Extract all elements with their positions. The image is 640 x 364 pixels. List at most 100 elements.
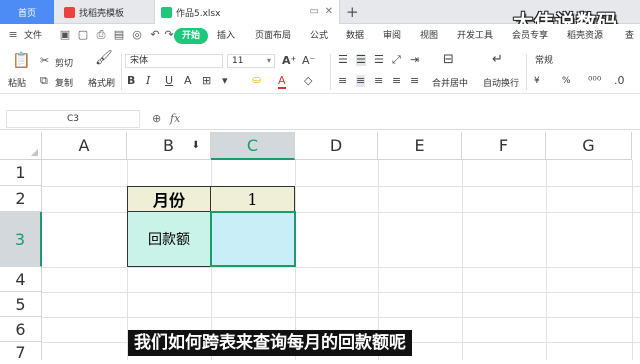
col-header-f[interactable]: F	[462, 132, 546, 160]
menu-file[interactable]: 文件	[24, 28, 42, 44]
name-box[interactable]: C3	[6, 110, 140, 128]
wrap-text-icon[interactable]: ↵	[492, 53, 503, 66]
orientation-icon[interactable]: ⤢	[392, 54, 401, 66]
menu-search[interactable]: 查	[625, 28, 634, 44]
col-header-c[interactable]: C	[211, 132, 295, 160]
col-header-a[interactable]: A	[42, 132, 127, 160]
menu-review[interactable]: 审阅	[383, 28, 401, 44]
ribbon-toolbar: 📋 粘贴 ✂ 剪切 ⧉ 复制 🖌 格式刷 宋体 11 ▾ A⁺ A⁻ B I U…	[0, 48, 640, 94]
menu-data[interactable]: 数据	[346, 28, 364, 44]
align-top-icon[interactable]: ☰	[338, 54, 348, 66]
cut-icon[interactable]: ✂	[40, 55, 49, 67]
tab-home[interactable]: 首页	[0, 0, 54, 24]
row-header-7[interactable]: 7	[0, 342, 42, 362]
menu-developer[interactable]: 开发工具	[457, 28, 493, 44]
merge-center-icon[interactable]: ⊟	[443, 53, 454, 66]
tab-workbook[interactable]: 作品5.xlsx ▭ ✕	[154, 0, 340, 24]
tab-templates[interactable]: 找稻壳模板	[58, 0, 150, 24]
gridline	[42, 292, 640, 293]
gridline	[462, 160, 463, 360]
row-header-5[interactable]: 5	[0, 292, 42, 317]
decimal-icon[interactable]: .0	[614, 75, 625, 87]
align-middle-icon[interactable]: ☰	[356, 54, 366, 66]
font-name-select[interactable]: 宋体	[125, 54, 223, 68]
undo-icon[interactable]: ↶	[148, 28, 162, 42]
add-tab-icon[interactable]: +	[346, 3, 359, 21]
menu-formulas[interactable]: 公式	[310, 28, 328, 44]
cut-label[interactable]: 剪切	[55, 56, 73, 69]
row-header-4[interactable]: 4	[0, 267, 42, 292]
hamburger-icon[interactable]: ≡	[6, 28, 20, 42]
border-icon[interactable]: ⊞	[202, 75, 211, 87]
menu-page-layout[interactable]: 页面布局	[255, 28, 291, 44]
col-header-g[interactable]: G	[546, 132, 632, 160]
zoom-icon[interactable]: ⊕	[152, 112, 161, 125]
close-icon[interactable]: ✕	[325, 6, 333, 17]
open-icon[interactable]: ▢	[76, 28, 90, 42]
wrap-text-label[interactable]: 自动换行	[483, 76, 519, 89]
menu-home[interactable]: 开始	[174, 28, 209, 44]
select-all-corner[interactable]	[0, 132, 42, 160]
font-size-value: 11	[232, 56, 244, 66]
cell-c2[interactable]: 1	[210, 186, 295, 212]
align-left-icon[interactable]: ≡	[338, 75, 347, 87]
corner-triangle-icon	[31, 149, 38, 156]
print-icon[interactable]: ⎙	[94, 28, 108, 42]
justify-icon[interactable]: ≡	[392, 75, 401, 87]
fill-color-icon[interactable]: ⛀	[252, 74, 261, 86]
save-icon[interactable]: ▣	[58, 28, 72, 42]
align-bottom-icon[interactable]: ☰	[374, 54, 384, 66]
increase-font-icon[interactable]: A⁺	[282, 55, 296, 67]
copy-label[interactable]: 复制	[55, 76, 73, 89]
tab-templates-label: 找稻壳模板	[79, 8, 125, 19]
underline-style-icon[interactable]: A	[184, 75, 192, 87]
spreadsheet-grid: A B ⬇ C D E F G 1 2 3 4 5 6 7 月份 1 回款额	[0, 130, 640, 362]
column-filter-icon[interactable]: ⬇	[192, 132, 200, 160]
thousands-icon[interactable]: ⁰⁰⁰	[588, 75, 601, 87]
row-header-6[interactable]: 6	[0, 317, 42, 342]
menu-docer-resources[interactable]: 稻壳资源	[567, 28, 603, 44]
camera-icon[interactable]: ◎	[130, 28, 144, 42]
paste-icon[interactable]: 📋	[12, 53, 31, 68]
col-header-e[interactable]: E	[378, 132, 462, 160]
row-header-3[interactable]: 3	[0, 212, 42, 267]
font-size-select[interactable]: 11 ▾	[227, 54, 275, 68]
cell-b3[interactable]: 回款额	[127, 211, 211, 267]
underline-icon[interactable]: U	[165, 75, 173, 87]
number-format-select[interactable]: 常规	[530, 54, 634, 68]
col-header-b-label: B	[163, 136, 174, 155]
format-painter-label[interactable]: 格式刷	[88, 76, 115, 89]
border-dropdown-icon[interactable]: ▾	[222, 75, 228, 87]
font-color-icon[interactable]: A	[278, 75, 286, 89]
col-header-d[interactable]: D	[295, 132, 378, 160]
preview-icon[interactable]: ▤	[112, 28, 126, 42]
menu-view[interactable]: 视图	[420, 28, 438, 44]
currency-button[interactable]: ¥	[534, 76, 540, 86]
distribute-icon[interactable]: ≡	[410, 75, 419, 87]
cell-b2-text: 月份	[152, 191, 185, 210]
menu-insert[interactable]: 插入	[217, 28, 235, 44]
percent-button[interactable]: %	[562, 76, 571, 86]
align-right-icon[interactable]: ≡	[374, 75, 383, 87]
function-icon[interactable]: fx	[170, 112, 180, 125]
copy-icon[interactable]: ⧉	[40, 75, 48, 87]
gridline	[632, 160, 633, 360]
merge-center-label[interactable]: 合并居中	[432, 76, 468, 89]
tab-workbook-label: 作品5.xlsx	[176, 8, 221, 19]
row-header-1[interactable]: 1	[0, 160, 42, 186]
align-center-icon[interactable]: ≡	[356, 75, 366, 87]
row-header-2[interactable]: 2	[0, 186, 42, 212]
col-header-b[interactable]: B ⬇	[127, 132, 211, 160]
decrease-font-icon[interactable]: A⁻	[302, 55, 315, 67]
clear-format-icon[interactable]: ◇	[304, 75, 312, 87]
format-painter-icon[interactable]: 🖌	[95, 51, 113, 65]
formula-input[interactable]	[192, 112, 632, 126]
paste-label[interactable]: 粘贴	[8, 76, 26, 89]
menu-member[interactable]: 会员专享	[512, 28, 548, 44]
monitor-icon[interactable]: ▭	[310, 6, 319, 17]
bold-icon[interactable]: B	[127, 75, 135, 87]
cell-b2[interactable]: 月份	[127, 186, 211, 212]
cell-c3-selected[interactable]	[210, 211, 296, 267]
italic-icon[interactable]: I	[146, 75, 150, 87]
indent-icon[interactable]: ⇥	[410, 54, 419, 66]
